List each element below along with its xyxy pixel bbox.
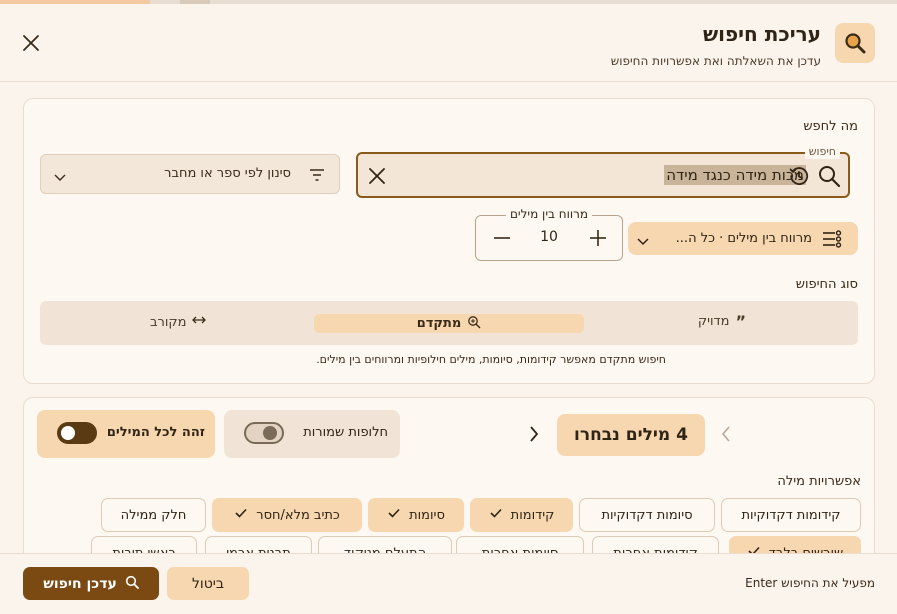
chip-grammatical-suffixes[interactable]: סיומות דקדוקיות bbox=[579, 498, 715, 532]
dialog-header: עריכת חיפוש עדכן את השאלתה ואת אפשרויות … bbox=[0, 4, 897, 82]
search-type-segmented: ” מדויק מתקדם מקורב bbox=[40, 301, 858, 345]
chip-suffixes[interactable]: סיומות bbox=[368, 498, 464, 532]
magnifier-icon bbox=[816, 163, 842, 189]
search-field[interactable]: חיפוש מכות מידה כנגד מידה bbox=[356, 145, 850, 198]
distance-mode-select[interactable]: מרווח בין מילים · כל ה... bbox=[628, 222, 858, 255]
update-search-label: עדכן חיפוש bbox=[43, 575, 117, 592]
list-settings-icon bbox=[822, 230, 842, 248]
distance-stepper-label: מרווח בין מילים bbox=[505, 207, 593, 221]
chip-prefixes[interactable]: קידומות bbox=[470, 498, 573, 532]
dialog-footer: Enter מפעיל את החיפוש ביטול עדכן חיפוש bbox=[0, 553, 897, 614]
query-card: מה לחפש חיפוש מכות מידה כנגד מידה סינון … bbox=[23, 98, 875, 384]
chevron-down-icon bbox=[53, 169, 67, 181]
search-type-hint: חיפוש מתקדם מאפשר קידומות, סיומות, מילים… bbox=[316, 353, 666, 366]
distance-mode-label: מרווח בין מילים · כל ה... bbox=[675, 231, 812, 246]
chevron-down-icon bbox=[636, 233, 650, 246]
distance-stepper[interactable]: מרווח בין מילים 10 bbox=[475, 207, 623, 261]
section-label-what: מה לחפש bbox=[803, 119, 858, 134]
saved-alternatives-toggle[interactable]: חלופות שמורות bbox=[224, 410, 400, 458]
zoom-icon bbox=[467, 315, 481, 333]
toggle-track[interactable] bbox=[244, 422, 284, 444]
same-for-all-label: זהה לכל המילים bbox=[106, 425, 205, 440]
quote-icon: ” bbox=[735, 312, 746, 331]
search-type-exact[interactable]: ” מדויק bbox=[698, 312, 746, 331]
chevron-right-icon[interactable] bbox=[527, 424, 541, 444]
check-icon bbox=[234, 507, 248, 523]
same-for-all-toggle[interactable]: זהה לכל המילים bbox=[37, 410, 215, 458]
word-options-card: זהה לכל המילים חלופות שמורות 4 מילים נבח… bbox=[23, 397, 875, 567]
search-type-approximate[interactable]: מקורב bbox=[150, 314, 207, 330]
search-icon bbox=[835, 23, 875, 63]
filter-icon bbox=[309, 167, 325, 183]
cancel-button[interactable]: ביטול bbox=[167, 567, 249, 600]
selected-words-count[interactable]: 4 מילים נבחרו bbox=[557, 414, 705, 456]
book-author-filter[interactable]: סינון לפי ספר או מחבר bbox=[40, 154, 340, 194]
chevron-left-icon[interactable] bbox=[719, 424, 733, 444]
arrows-icon bbox=[192, 314, 207, 330]
section-label-type: סוג החיפוש bbox=[795, 277, 858, 292]
close-icon[interactable] bbox=[20, 32, 42, 54]
saved-alternatives-label: חלופות שמורות bbox=[303, 425, 388, 440]
dialog-title: עריכת חיפוש bbox=[702, 22, 821, 46]
dialog-subtitle: עדכן את השאלתה ואת אפשרויות החיפוש bbox=[610, 54, 821, 68]
check-icon bbox=[387, 507, 401, 523]
chip-part-of-word[interactable]: חלק ממילה bbox=[101, 498, 206, 532]
update-search-button[interactable]: עדכן חיפוש bbox=[23, 567, 159, 600]
search-icon bbox=[125, 575, 139, 593]
search-input[interactable]: מכות מידה כנגד מידה bbox=[664, 165, 806, 185]
chip-full-defective-spelling[interactable]: כתיב מלא/חסר bbox=[212, 498, 362, 532]
toggle-track[interactable] bbox=[57, 422, 97, 444]
clear-icon[interactable] bbox=[366, 165, 388, 187]
toggle-knob bbox=[263, 426, 277, 440]
history-icon[interactable] bbox=[788, 165, 810, 187]
toggle-knob bbox=[61, 426, 75, 440]
filter-placeholder: סינון לפי ספר או מחבר bbox=[164, 166, 291, 181]
search-type-advanced[interactable]: מתקדם bbox=[314, 314, 584, 333]
minus-icon[interactable] bbox=[492, 228, 512, 248]
word-options-label: אפשרויות מילה bbox=[777, 474, 861, 489]
enter-hint: Enter מפעיל את החיפוש bbox=[745, 576, 875, 590]
search-field-label: חיפוש bbox=[804, 145, 840, 159]
chip-grammatical-prefixes[interactable]: קידומות דקדוקיות bbox=[721, 498, 861, 532]
check-icon bbox=[489, 507, 503, 523]
